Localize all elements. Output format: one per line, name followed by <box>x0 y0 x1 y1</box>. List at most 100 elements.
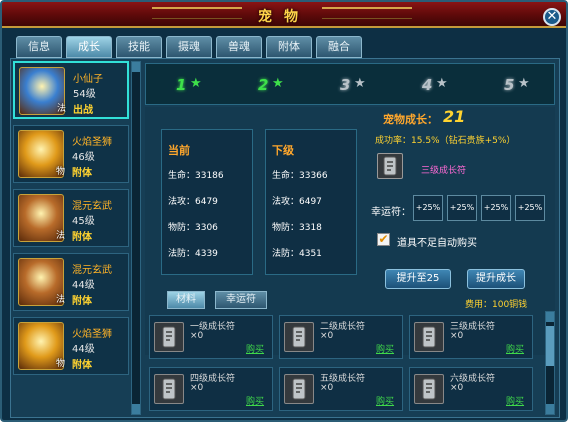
star-icon: ★ <box>354 76 366 91</box>
auto-buy-checkbox[interactable]: ✔ <box>377 233 390 246</box>
buy-link[interactable]: 购买 <box>376 342 394 355</box>
pet-level: 46级 <box>72 152 95 163</box>
tab-possession[interactable]: 附体 <box>266 36 312 58</box>
next-matk: 法攻：6497 <box>272 197 322 207</box>
next-header: 下级 <box>272 144 294 157</box>
pet-status: 附体 <box>72 168 92 179</box>
current-header: 当前 <box>168 144 190 157</box>
next-mdef: 法防：4351 <box>272 249 322 259</box>
required-item-name: 三级成长符 <box>421 166 467 176</box>
current-mdef: 法防：4339 <box>168 249 218 259</box>
buy-link[interactable]: 购买 <box>506 394 524 407</box>
talisman-icon <box>383 156 397 176</box>
stage-number: 1 <box>176 76 187 94</box>
pet-name: 火焰圣狮 <box>72 329 112 340</box>
pet-type-badge: 法 <box>56 231 66 241</box>
pet-level: 44级 <box>72 280 95 291</box>
cost-text: 费用：100铜钱 <box>465 300 528 310</box>
buy-link[interactable]: 购买 <box>376 394 394 407</box>
pet-status: 附体 <box>72 232 92 243</box>
talisman-icon <box>154 374 184 404</box>
title-bar: 宠物 ✕ <box>2 2 566 28</box>
growth-stage-4: 4 ★ <box>410 72 460 98</box>
content-panel: 法小仙子 54级 出战物火焰圣狮 46级 附体法混元玄武 45级 附体法混元玄武 44级 附体物… <box>10 58 560 418</box>
pet-list-scrollbar[interactable] <box>131 61 141 415</box>
lucky-slot-2[interactable]: +25% <box>447 195 477 221</box>
material-slot[interactable]: 二级成长符 ×0 购买 <box>279 315 403 359</box>
subtab-lucky[interactable]: 幸运符 <box>215 291 267 309</box>
growth-stage-2: 2 ★ <box>246 72 296 98</box>
auto-buy-label: 道具不足自动购买 <box>397 238 477 249</box>
material-qty: ×0 <box>450 383 464 393</box>
pet-name: 混元玄武 <box>72 201 112 212</box>
material-slot[interactable]: 六级成长符 ×0 购买 <box>409 367 533 411</box>
star-icon: ★ <box>190 76 202 91</box>
scroll-up-arrow[interactable] <box>132 62 140 72</box>
material-slot[interactable]: 四级成长符 ×0 购买 <box>149 367 273 411</box>
next-hp: 生命：33366 <box>272 171 328 181</box>
material-slot[interactable]: 一级成长符 ×0 购买 <box>149 315 273 359</box>
growth-stage-3: 3 ★ <box>328 72 378 98</box>
close-button[interactable]: ✕ <box>543 8 561 26</box>
tab-info[interactable]: 信息 <box>16 36 62 58</box>
growth-token-icon[interactable] <box>377 153 403 179</box>
tab-skills[interactable]: 技能 <box>116 36 162 58</box>
material-slot[interactable]: 三级成长符 ×0 购买 <box>409 315 533 359</box>
close-icon: ✕ <box>546 9 558 24</box>
growth-value: 21 <box>443 107 466 126</box>
talisman-icon <box>284 374 314 404</box>
current-hp: 生命：33186 <box>168 171 224 181</box>
buy-link[interactable]: 购买 <box>506 342 524 355</box>
subtab-materials[interactable]: 材料 <box>167 291 205 309</box>
lucky-slot-4[interactable]: +25% <box>515 195 545 221</box>
pet-name: 火焰圣狮 <box>72 137 112 148</box>
current-matk: 法攻：6479 <box>168 197 218 207</box>
pet-name: 混元玄武 <box>72 265 112 276</box>
window-title: 宠物 <box>258 9 310 25</box>
next-pdef: 物防：3318 <box>272 223 322 233</box>
material-slot[interactable]: 五级成长符 ×0 购买 <box>279 367 403 411</box>
pet-type-badge: 物 <box>56 167 66 177</box>
scroll-down-arrow[interactable] <box>546 404 554 414</box>
pet-type-badge: 法 <box>56 295 66 305</box>
stage-number: 5 <box>504 76 515 94</box>
star-icon: ★ <box>272 76 284 91</box>
tab-growth[interactable]: 成长 <box>66 36 112 58</box>
pet-list-item[interactable]: 法 混元玄武 45级 附体 <box>13 189 129 247</box>
lucky-slot-3[interactable]: +25% <box>481 195 511 221</box>
material-scrollbar[interactable] <box>545 311 555 415</box>
pet-list-item[interactable]: 物 火焰圣狮 44级 附体 <box>13 317 129 375</box>
material-qty: ×0 <box>190 331 204 341</box>
scroll-down-arrow[interactable] <box>132 404 140 414</box>
buy-link[interactable]: 购买 <box>246 394 264 407</box>
stage-number: 2 <box>258 76 269 94</box>
growth-stage-bar: 1 ★ 2 ★ 3 ★ 4 ★ 5 ★ <box>145 63 555 105</box>
pet-window: 宠物 ✕ 信息 成长 技能 摄魂 兽魂 附体 融合 法小仙子 54级 出战物火焰圣狮… <box>0 0 568 422</box>
pet-list-item[interactable]: 法 混元玄武 44级附体 <box>13 253 129 311</box>
tab-beast-soul[interactable]: 兽魂 <box>216 36 262 58</box>
tab-fusion[interactable]: 融合 <box>316 36 362 58</box>
pet-status: 附体 <box>72 296 92 307</box>
tab-soul-capture[interactable]: 摄魂 <box>166 36 212 58</box>
talisman-icon <box>414 374 444 404</box>
pet-level: 44级 <box>72 344 95 355</box>
scroll-thumb[interactable] <box>546 326 554 366</box>
scroll-up-arrow[interactable] <box>546 312 554 322</box>
pet-list-item[interactable]: 法 小仙子 54级 出战 <box>13 61 129 119</box>
upgrade-to-button[interactable]: 提升至25 <box>385 269 451 289</box>
buy-link[interactable]: 购买 <box>246 342 264 355</box>
pet-name: 小仙子 <box>73 74 103 85</box>
stage-number: 3 <box>340 76 351 94</box>
stage-number: 4 <box>422 76 433 94</box>
current-stats: 当前 生命：33186 法攻：6479 物防：3306 法防：4339 <box>161 129 253 275</box>
pet-list-item[interactable]: 物 火焰圣狮 46级附体 <box>13 125 129 183</box>
material-grid: 一级成长符 ×0 购买 二级成长符 ×0 购买 三级成长符 ×0 购买 四级成长符 ×0 购买 五级成长… <box>145 311 557 415</box>
pet-type-badge: 物 <box>56 359 66 369</box>
talisman-icon <box>414 322 444 352</box>
pet-level: 54级 <box>73 89 96 100</box>
next-stats: 下级 生命：33366 法攻：6497 物防：3318 法防：4351 <box>265 129 357 275</box>
material-qty: ×0 <box>320 383 334 393</box>
upgrade-growth-button[interactable]: 提升成长 <box>467 269 525 289</box>
lucky-slot-1[interactable]: +25% <box>413 195 443 221</box>
growth-stage-5: 5 ★ <box>492 72 542 98</box>
